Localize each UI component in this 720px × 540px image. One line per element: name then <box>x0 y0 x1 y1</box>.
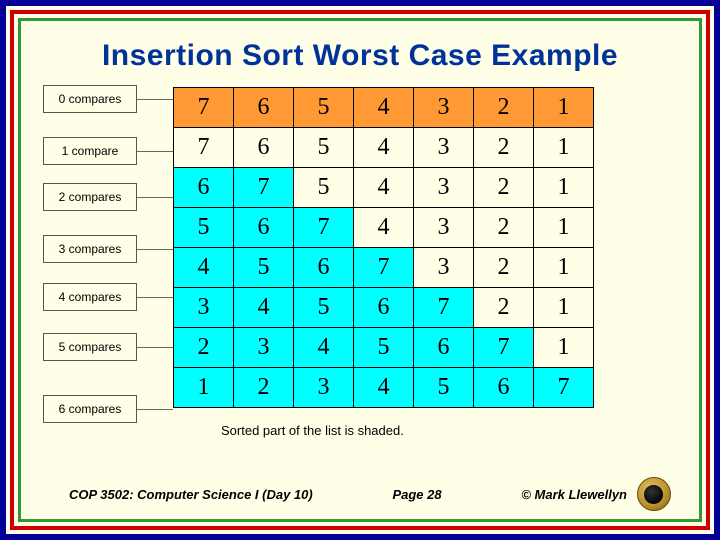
cell: 5 <box>294 168 354 208</box>
connector-line <box>137 151 173 152</box>
table-row: 1 2 3 4 5 6 7 <box>174 368 594 408</box>
label-5-compares: 5 compares <box>43 333 137 361</box>
cell: 3 <box>414 248 474 288</box>
footer-bar: COP 3502: Computer Science I (Day 10) Pa… <box>21 477 699 511</box>
table-row: 7 6 5 4 3 2 1 <box>174 88 594 128</box>
table-row: 6 7 5 4 3 2 1 <box>174 168 594 208</box>
cell: 2 <box>474 288 534 328</box>
cell: 7 <box>294 208 354 248</box>
cell: 7 <box>474 328 534 368</box>
label-0-compares: 0 compares <box>43 85 137 113</box>
connector-line <box>137 197 173 198</box>
cell: 5 <box>354 328 414 368</box>
cell: 1 <box>534 168 594 208</box>
cell: 7 <box>354 248 414 288</box>
cell: 7 <box>534 368 594 408</box>
cell: 2 <box>474 168 534 208</box>
cell: 4 <box>354 208 414 248</box>
cell: 2 <box>174 328 234 368</box>
label-4-compares: 4 compares <box>43 283 137 311</box>
cell: 6 <box>234 208 294 248</box>
table-row: 7 6 5 4 3 2 1 <box>174 128 594 168</box>
cell: 2 <box>474 208 534 248</box>
label-3-compares: 3 compares <box>43 235 137 263</box>
cell: 2 <box>474 88 534 128</box>
cell: 6 <box>354 288 414 328</box>
cell: 5 <box>174 208 234 248</box>
cell: 3 <box>414 128 474 168</box>
cell: 1 <box>534 128 594 168</box>
page-title: Insertion Sort Worst Case Example <box>21 21 699 85</box>
cell: 1 <box>534 328 594 368</box>
cell: 5 <box>294 128 354 168</box>
content-area: 0 compares 1 compare 2 compares 3 compar… <box>21 85 699 465</box>
cell: 6 <box>414 328 474 368</box>
cell: 5 <box>294 88 354 128</box>
cell: 7 <box>174 128 234 168</box>
slide-frame-inner: Insertion Sort Worst Case Example 0 comp… <box>10 10 710 530</box>
connector-line <box>137 297 173 298</box>
table-row: 5 6 7 4 3 2 1 <box>174 208 594 248</box>
cell: 6 <box>474 368 534 408</box>
slide-body: Insertion Sort Worst Case Example 0 comp… <box>18 18 702 522</box>
cell: 1 <box>534 288 594 328</box>
caption-text: Sorted part of the list is shaded. <box>221 423 404 438</box>
connector-line <box>137 347 173 348</box>
cell: 2 <box>474 128 534 168</box>
cell: 4 <box>234 288 294 328</box>
footer-page: Page 28 <box>313 487 522 502</box>
connector-line <box>137 249 173 250</box>
cell: 6 <box>234 128 294 168</box>
school-seal-icon <box>637 477 671 511</box>
cell: 5 <box>294 288 354 328</box>
cell: 2 <box>474 248 534 288</box>
cell: 7 <box>174 88 234 128</box>
cell: 2 <box>234 368 294 408</box>
label-6-compares: 6 compares <box>43 395 137 423</box>
cell: 5 <box>414 368 474 408</box>
footer-right-group: © Mark Llewellyn <box>521 477 671 511</box>
cell: 1 <box>534 208 594 248</box>
cell: 6 <box>294 248 354 288</box>
cell: 4 <box>174 248 234 288</box>
cell: 7 <box>414 288 474 328</box>
cell: 1 <box>534 88 594 128</box>
cell: 4 <box>354 368 414 408</box>
label-1-compare: 1 compare <box>43 137 137 165</box>
table-row: 4 5 6 7 3 2 1 <box>174 248 594 288</box>
cell: 4 <box>354 128 414 168</box>
cell: 3 <box>414 168 474 208</box>
cell: 3 <box>174 288 234 328</box>
cell: 4 <box>294 328 354 368</box>
footer-left: COP 3502: Computer Science I (Day 10) <box>69 487 313 502</box>
footer-copyright: © Mark Llewellyn <box>521 487 627 502</box>
connector-line <box>137 409 173 410</box>
connector-line <box>137 99 173 100</box>
cell: 4 <box>354 88 414 128</box>
cell: 6 <box>174 168 234 208</box>
cell: 3 <box>414 208 474 248</box>
cell: 3 <box>414 88 474 128</box>
cell: 4 <box>354 168 414 208</box>
cell: 1 <box>534 248 594 288</box>
cell: 5 <box>234 248 294 288</box>
cell: 3 <box>294 368 354 408</box>
cell: 3 <box>234 328 294 368</box>
slide-frame: Insertion Sort Worst Case Example 0 comp… <box>0 0 720 540</box>
table-row: 3 4 5 6 7 2 1 <box>174 288 594 328</box>
cell: 7 <box>234 168 294 208</box>
cell: 1 <box>174 368 234 408</box>
sort-grid: 7 6 5 4 3 2 1 7 6 5 4 3 2 1 <box>173 87 594 408</box>
label-2-compares: 2 compares <box>43 183 137 211</box>
cell: 6 <box>234 88 294 128</box>
table-row: 2 3 4 5 6 7 1 <box>174 328 594 368</box>
